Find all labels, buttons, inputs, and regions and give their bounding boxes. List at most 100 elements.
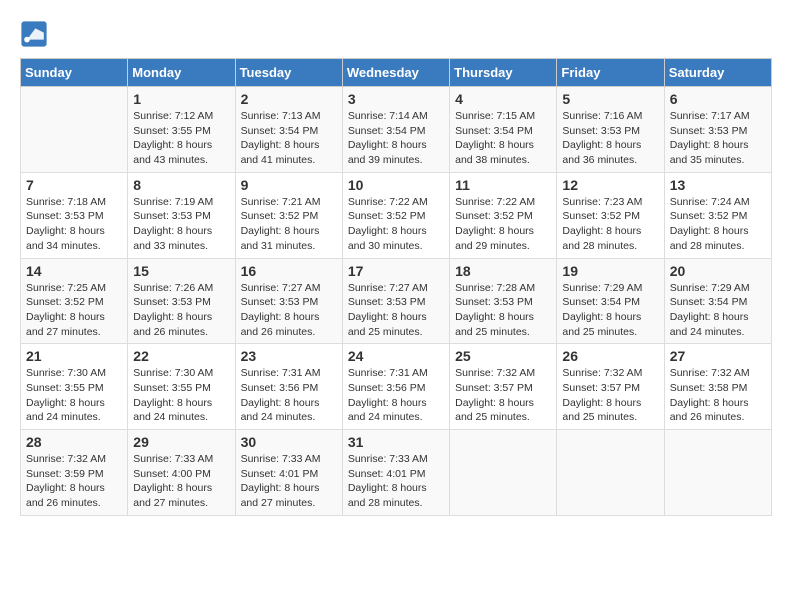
day-info: Sunrise: 7:31 AMSunset: 3:56 PMDaylight:… — [241, 366, 337, 425]
day-info: Sunrise: 7:27 AMSunset: 3:53 PMDaylight:… — [241, 281, 337, 340]
day-info: Sunrise: 7:15 AMSunset: 3:54 PMDaylight:… — [455, 109, 551, 168]
day-info: Sunrise: 7:19 AMSunset: 3:53 PMDaylight:… — [133, 195, 229, 254]
day-info: Sunrise: 7:32 AMSunset: 3:59 PMDaylight:… — [26, 452, 122, 511]
logo-icon — [20, 20, 48, 48]
day-info: Sunrise: 7:16 AMSunset: 3:53 PMDaylight:… — [562, 109, 658, 168]
logo — [20, 20, 52, 48]
day-number: 21 — [26, 348, 122, 364]
day-info: Sunrise: 7:13 AMSunset: 3:54 PMDaylight:… — [241, 109, 337, 168]
weekday-header: Wednesday — [342, 59, 449, 87]
page-header — [20, 20, 772, 48]
calendar-cell: 23Sunrise: 7:31 AMSunset: 3:56 PMDayligh… — [235, 344, 342, 430]
day-info: Sunrise: 7:18 AMSunset: 3:53 PMDaylight:… — [26, 195, 122, 254]
day-number: 1 — [133, 91, 229, 107]
day-number: 10 — [348, 177, 444, 193]
day-info: Sunrise: 7:26 AMSunset: 3:53 PMDaylight:… — [133, 281, 229, 340]
weekday-header: Thursday — [450, 59, 557, 87]
day-info: Sunrise: 7:17 AMSunset: 3:53 PMDaylight:… — [670, 109, 766, 168]
calendar-cell: 28 Sunrise: 7:32 AMSunset: 3:59 PMDayligh… — [21, 430, 128, 516]
weekday-header: Monday — [128, 59, 235, 87]
day-number: 9 — [241, 177, 337, 193]
day-number: 16 — [241, 263, 337, 279]
calendar-cell: 13 Sunrise: 7:24 AMSunset: 3:52 PMDayligh… — [664, 172, 771, 258]
day-number: 26 — [562, 348, 658, 364]
day-info: Sunrise: 7:33 AMSunset: 4:01 PMDaylight:… — [348, 452, 444, 511]
day-info: Sunrise: 7:30 AMSunset: 3:55 PMDaylight:… — [26, 366, 122, 425]
calendar-cell: 10 Sunrise: 7:22 AMSunset: 3:52 PMDayligh… — [342, 172, 449, 258]
day-info: Sunrise: 7:31 AMSunset: 3:56 PMDaylight:… — [348, 366, 444, 425]
day-number: 2 — [241, 91, 337, 107]
calendar-cell: 14 Sunrise: 7:25 AMSunset: 3:52 PMDayligh… — [21, 258, 128, 344]
day-number: 17 — [348, 263, 444, 279]
calendar-cell: 7 Sunrise: 7:18 AMSunset: 3:53 PMDaylight… — [21, 172, 128, 258]
weekday-header: Friday — [557, 59, 664, 87]
calendar-cell: 5 Sunrise: 7:16 AMSunset: 3:53 PMDaylight… — [557, 87, 664, 173]
day-number: 14 — [26, 263, 122, 279]
day-info: Sunrise: 7:12 AMSunset: 3:55 PMDaylight:… — [133, 109, 229, 168]
calendar-cell: 3 Sunrise: 7:14 AMSunset: 3:54 PMDaylight… — [342, 87, 449, 173]
calendar-cell: 30 Sunrise: 7:33 AMSunset: 4:01 PMDayligh… — [235, 430, 342, 516]
day-info: Sunrise: 7:30 AMSunset: 3:55 PMDaylight:… — [133, 366, 229, 425]
calendar-cell: 2 Sunrise: 7:13 AMSunset: 3:54 PMDaylight… — [235, 87, 342, 173]
day-number: 30 — [241, 434, 337, 450]
day-info: Sunrise: 7:23 AMSunset: 3:52 PMDaylight:… — [562, 195, 658, 254]
calendar-cell: 4 Sunrise: 7:15 AMSunset: 3:54 PMDaylight… — [450, 87, 557, 173]
calendar-cell: 21 Sunrise: 7:30 AMSunset: 3:55 PMDayligh… — [21, 344, 128, 430]
calendar-cell: 24 Sunrise: 7:31 AMSunset: 3:56 PMDayligh… — [342, 344, 449, 430]
day-info: Sunrise: 7:32 AMSunset: 3:57 PMDaylight:… — [562, 366, 658, 425]
calendar-cell: 31 Sunrise: 7:33 AMSunset: 4:01 PMDayligh… — [342, 430, 449, 516]
day-info: Sunrise: 7:25 AMSunset: 3:52 PMDaylight:… — [26, 281, 122, 340]
calendar-cell — [557, 430, 664, 516]
day-number: 6 — [670, 91, 766, 107]
calendar-cell: 6 Sunrise: 7:17 AMSunset: 3:53 PMDaylight… — [664, 87, 771, 173]
day-info: Sunrise: 7:27 AMSunset: 3:53 PMDaylight:… — [348, 281, 444, 340]
calendar-cell: 18 Sunrise: 7:28 AMSunset: 3:53 PMDayligh… — [450, 258, 557, 344]
day-info: Sunrise: 7:29 AMSunset: 3:54 PMDaylight:… — [562, 281, 658, 340]
day-number: 19 — [562, 263, 658, 279]
calendar-cell: 26 Sunrise: 7:32 AMSunset: 3:57 PMDayligh… — [557, 344, 664, 430]
calendar-cell: 11Sunrise: 7:22 AMSunset: 3:52 PMDayligh… — [450, 172, 557, 258]
day-info: Sunrise: 7:21 AMSunset: 3:52 PMDaylight:… — [241, 195, 337, 254]
calendar-cell — [664, 430, 771, 516]
day-info: Sunrise: 7:32 AMSunset: 3:58 PMDaylight:… — [670, 366, 766, 425]
day-number: 11 — [455, 177, 551, 193]
day-number: 7 — [26, 177, 122, 193]
calendar-table: SundayMondayTuesdayWednesdayThursdayFrid… — [20, 58, 772, 516]
day-info: Sunrise: 7:33 AMSunset: 4:00 PMDaylight:… — [133, 452, 229, 511]
calendar-cell: 8 Sunrise: 7:19 AMSunset: 3:53 PMDaylight… — [128, 172, 235, 258]
day-info: Sunrise: 7:24 AMSunset: 3:52 PMDaylight:… — [670, 195, 766, 254]
day-number: 13 — [670, 177, 766, 193]
day-info: Sunrise: 7:22 AMSunset: 3:52 PMDaylight:… — [348, 195, 444, 254]
calendar-cell: 12 Sunrise: 7:23 AMSunset: 3:52 PMDayligh… — [557, 172, 664, 258]
calendar-cell: 16 Sunrise: 7:27 AMSunset: 3:53 PMDayligh… — [235, 258, 342, 344]
calendar-cell: 22Sunrise: 7:30 AMSunset: 3:55 PMDayligh… — [128, 344, 235, 430]
weekday-header: Sunday — [21, 59, 128, 87]
calendar-cell: 20 Sunrise: 7:29 AMSunset: 3:54 PMDayligh… — [664, 258, 771, 344]
calendar-cell: 25Sunrise: 7:32 AMSunset: 3:57 PMDayligh… — [450, 344, 557, 430]
day-info: Sunrise: 7:29 AMSunset: 3:54 PMDaylight:… — [670, 281, 766, 340]
day-number: 15 — [133, 263, 229, 279]
day-number: 31 — [348, 434, 444, 450]
calendar-cell: 17 Sunrise: 7:27 AMSunset: 3:53 PMDayligh… — [342, 258, 449, 344]
day-info: Sunrise: 7:14 AMSunset: 3:54 PMDaylight:… — [348, 109, 444, 168]
calendar-cell: 27 Sunrise: 7:32 AMSunset: 3:58 PMDayligh… — [664, 344, 771, 430]
calendar-cell: 19 Sunrise: 7:29 AMSunset: 3:54 PMDayligh… — [557, 258, 664, 344]
day-number: 20 — [670, 263, 766, 279]
day-number: 18 — [455, 263, 551, 279]
day-number: 4 — [455, 91, 551, 107]
day-info: Sunrise: 7:28 AMSunset: 3:53 PMDaylight:… — [455, 281, 551, 340]
day-number: 27 — [670, 348, 766, 364]
day-number: 3 — [348, 91, 444, 107]
day-number: 5 — [562, 91, 658, 107]
calendar-cell: 9 Sunrise: 7:21 AMSunset: 3:52 PMDaylight… — [235, 172, 342, 258]
day-info: Sunrise: 7:33 AMSunset: 4:01 PMDaylight:… — [241, 452, 337, 511]
day-number: 12 — [562, 177, 658, 193]
day-number: 8 — [133, 177, 229, 193]
calendar-cell — [450, 430, 557, 516]
day-number: 24 — [348, 348, 444, 364]
calendar-cell: 1 Sunrise: 7:12 AMSunset: 3:55 PMDaylight… — [128, 87, 235, 173]
calendar-cell: 15 Sunrise: 7:26 AMSunset: 3:53 PMDayligh… — [128, 258, 235, 344]
day-number: 28 — [26, 434, 122, 450]
day-info: Sunrise: 7:32 AMSunset: 3:57 PMDaylight:… — [455, 366, 551, 425]
weekday-header: Tuesday — [235, 59, 342, 87]
